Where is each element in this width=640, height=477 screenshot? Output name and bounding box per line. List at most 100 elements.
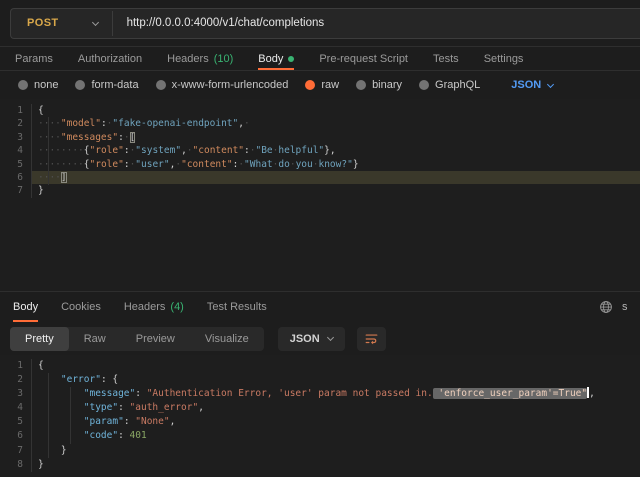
chevron-down-icon xyxy=(547,80,554,87)
code-line[interactable]: 5 "param": "None", xyxy=(0,415,640,429)
tab-cookies[interactable]: Cookies xyxy=(61,292,101,322)
tab-body[interactable]: Body xyxy=(13,292,38,322)
code-token: "user" xyxy=(135,159,169,170)
line-number: 5 xyxy=(0,158,31,171)
code-token: : xyxy=(135,388,146,399)
postman-window: POST http://0.0.0.0:4000/v1/chat/complet… xyxy=(0,0,640,477)
tab-label: Tests xyxy=(433,53,459,65)
tab-label: Test Results xyxy=(207,301,267,313)
code-token: ···· xyxy=(38,132,61,143)
tab-authorization[interactable]: Authorization xyxy=(78,47,142,70)
radio-icon xyxy=(156,80,166,90)
body-mode-x-www-form-urlencoded[interactable]: x-www-form-urlencoded xyxy=(156,79,289,91)
code-token xyxy=(38,402,84,413)
line-number: 1 xyxy=(0,359,31,373)
code-token: "code" xyxy=(84,430,118,441)
body-mode-none[interactable]: none xyxy=(18,79,58,91)
view-visualize[interactable]: Visualize xyxy=(190,327,264,351)
chevron-down-icon xyxy=(327,334,334,341)
code-line[interactable]: 4 "type": "auth_error", xyxy=(0,401,640,415)
code-token: , xyxy=(170,416,176,427)
line-number: 3 xyxy=(0,131,31,144)
code-line[interactable]: 7} xyxy=(0,184,640,197)
tab-label: Cookies xyxy=(61,301,101,313)
view-pretty[interactable]: Pretty xyxy=(10,327,69,351)
code-token: , xyxy=(589,388,595,399)
code-line[interactable]: 6····] xyxy=(0,171,640,184)
response-meta: s xyxy=(599,292,627,322)
code-text: "message": "Authentication Error, 'user'… xyxy=(31,387,640,401)
tab-label: Body xyxy=(13,301,38,313)
body-mode-label: raw xyxy=(321,79,339,91)
code-token: "content" xyxy=(181,159,232,170)
response-tabs-row: Body Cookies Headers(4) Test Results s xyxy=(0,291,640,322)
view-preview[interactable]: Preview xyxy=(121,327,190,351)
wrap-text-button[interactable] xyxy=(357,327,386,351)
code-line[interactable]: 6 "code": 401 xyxy=(0,429,640,443)
code-line[interactable]: 3····"messages":·[ xyxy=(0,131,640,144)
code-text: "code": 401 xyxy=(31,429,640,443)
view-raw[interactable]: Raw xyxy=(69,327,121,351)
code-text: ········{"role":·"user",·"content":·"Wha… xyxy=(31,158,640,171)
code-line[interactable]: 7 } xyxy=(0,444,640,458)
code-token: }, xyxy=(324,145,335,156)
line-number: 1 xyxy=(0,104,31,117)
code-text: "param": "None", xyxy=(31,415,640,429)
code-token: , xyxy=(198,402,204,413)
response-body-editor[interactable]: 1{2 "error": {3 "message": "Authenticati… xyxy=(0,355,640,476)
code-token: you xyxy=(296,159,313,170)
tab-params[interactable]: Params xyxy=(15,47,53,70)
code-line[interactable]: 1{ xyxy=(0,104,640,117)
body-mode-binary[interactable]: binary xyxy=(356,79,402,91)
code-token: "role" xyxy=(90,145,124,156)
url-input[interactable]: http://0.0.0.0:4000/v1/chat/completions xyxy=(113,17,325,29)
body-mode-label: GraphQL xyxy=(435,79,480,91)
code-line[interactable]: 8} xyxy=(0,458,640,472)
code-token: helpful" xyxy=(278,145,324,156)
code-line[interactable]: 2 "error": { xyxy=(0,373,640,387)
line-number: 2 xyxy=(0,117,31,130)
tab-pre-request-script[interactable]: Pre-request Script xyxy=(319,47,408,70)
body-type-label: JSON xyxy=(511,79,541,91)
code-token: do xyxy=(278,159,289,170)
code-token xyxy=(38,416,84,427)
body-mode-form-data[interactable]: form-data xyxy=(75,79,138,91)
code-token: } xyxy=(38,445,67,456)
line-number: 4 xyxy=(0,144,31,157)
tab-settings[interactable]: Settings xyxy=(484,47,524,70)
code-line[interactable]: 3 "message": "Authentication Error, 'use… xyxy=(0,387,640,401)
code-token: : xyxy=(118,430,129,441)
code-token: know?" xyxy=(318,159,352,170)
tab-body[interactable]: Body xyxy=(258,47,294,70)
wrap-text-icon xyxy=(364,332,379,346)
tab-count-badge: (4) xyxy=(170,301,183,313)
code-line[interactable]: 5········{"role":·"user",·"content":·"Wh… xyxy=(0,158,640,171)
globe-icon[interactable] xyxy=(599,300,613,314)
code-line[interactable]: 4········{"role":·"system",·"content":·"… xyxy=(0,144,640,157)
body-type-select[interactable]: JSON xyxy=(511,79,553,91)
radio-icon xyxy=(18,80,28,90)
code-line[interactable]: 1{ xyxy=(0,359,640,373)
body-mode-raw[interactable]: raw xyxy=(305,79,339,91)
tab-headers[interactable]: Headers(10) xyxy=(167,47,233,70)
method-selector[interactable]: POST xyxy=(11,17,59,29)
body-mode-graphql[interactable]: GraphQL xyxy=(419,79,480,91)
tab-tests[interactable]: Tests xyxy=(433,47,459,70)
code-token: "model" xyxy=(61,118,101,129)
code-token: 401 xyxy=(130,430,147,441)
response-type-select[interactable]: JSON xyxy=(278,327,345,351)
clipped-status-text: s xyxy=(622,301,627,313)
request-body-editor[interactable]: 1{2····"model":·"fake-openai-endpoint",·… xyxy=(0,99,640,291)
chevron-down-icon[interactable] xyxy=(92,18,99,25)
code-line[interactable]: 2····"model":·"fake-openai-endpoint",· xyxy=(0,117,640,130)
code-text: { xyxy=(31,104,640,117)
body-mode-label: x-www-form-urlencoded xyxy=(172,79,289,91)
body-mode-label: none xyxy=(34,79,58,91)
url-container: POST http://0.0.0.0:4000/v1/chat/complet… xyxy=(10,8,640,39)
line-number: 8 xyxy=(0,458,31,472)
tab-test-results[interactable]: Test Results xyxy=(207,292,267,322)
code-text: "error": { xyxy=(31,373,640,387)
code-token: "type" xyxy=(84,402,118,413)
tab-headers[interactable]: Headers(4) xyxy=(124,292,184,322)
code-token: "message" xyxy=(84,388,135,399)
